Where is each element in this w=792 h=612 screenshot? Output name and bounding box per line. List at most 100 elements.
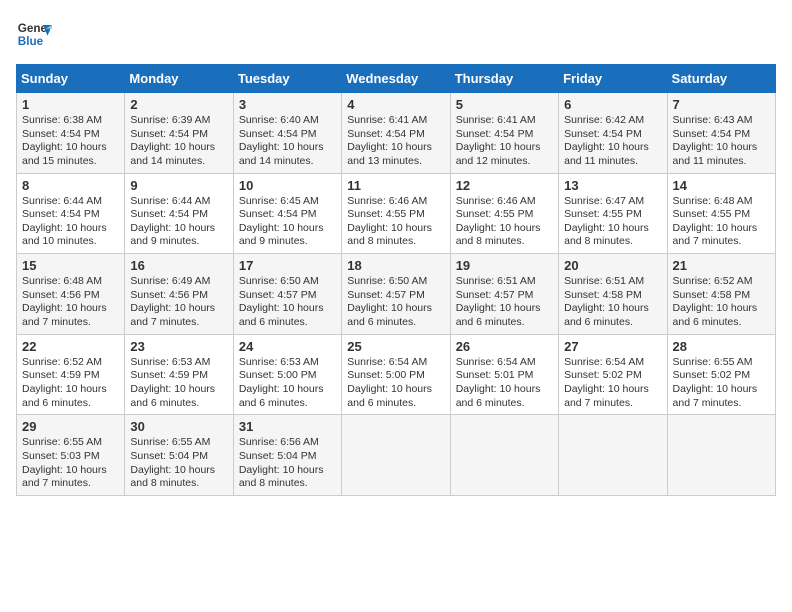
day-info: Sunrise: 6:47 AM [564, 195, 661, 209]
day-info: Sunrise: 6:50 AM [347, 275, 444, 289]
calendar-cell: 15Sunrise: 6:48 AMSunset: 4:56 PMDayligh… [17, 254, 125, 335]
day-info: Sunrise: 6:51 AM [564, 275, 661, 289]
day-info: Sunset: 4:55 PM [673, 208, 770, 222]
calendar-cell: 6Sunrise: 6:42 AMSunset: 4:54 PMDaylight… [559, 93, 667, 174]
day-info: Sunset: 4:59 PM [130, 369, 227, 383]
day-number: 5 [456, 97, 553, 112]
calendar-cell: 24 Sunrise: 6:53 AMSunset: 5:00 PMDayligh… [233, 334, 341, 415]
calendar-cell: 10Sunrise: 6:45 AMSunset: 4:54 PMDayligh… [233, 173, 341, 254]
header-cell-sunday: Sunday [17, 65, 125, 93]
day-info: Daylight: 10 hours and 6 minutes. [564, 302, 661, 329]
day-info: Sunset: 5:02 PM [673, 369, 770, 383]
day-info: Sunset: 4:55 PM [564, 208, 661, 222]
calendar-cell: 3Sunrise: 6:40 AMSunset: 4:54 PMDaylight… [233, 93, 341, 174]
day-info: Sunrise: 6:44 AM [130, 195, 227, 209]
week-row-4: 29Sunrise: 6:55 AMSunset: 5:03 PMDayligh… [17, 415, 776, 496]
day-number: 17 [239, 258, 336, 273]
day-number: 8 [22, 178, 119, 193]
day-number: 18 [347, 258, 444, 273]
svg-text:Blue: Blue [18, 35, 44, 48]
day-number: 13 [564, 178, 661, 193]
day-info: Daylight: 10 hours and 8 minutes. [564, 222, 661, 249]
day-info: Sunset: 4:59 PM [22, 369, 119, 383]
day-number: 19 [456, 258, 553, 273]
calendar-cell: 27Sunrise: 6:54 AMSunset: 5:02 PMDayligh… [559, 334, 667, 415]
day-number: 1 [22, 97, 119, 112]
day-info: Sunset: 4:54 PM [22, 128, 119, 142]
day-info: Sunset: 5:04 PM [239, 450, 336, 464]
day-info: Daylight: 10 hours and 6 minutes. [130, 383, 227, 410]
calendar-body: 1Sunrise: 6:38 AMSunset: 4:54 PMDaylight… [17, 93, 776, 496]
day-info: Daylight: 10 hours and 6 minutes. [347, 302, 444, 329]
day-info: Daylight: 10 hours and 8 minutes. [239, 464, 336, 491]
calendar-cell: 20Sunrise: 6:51 AMSunset: 4:58 PMDayligh… [559, 254, 667, 335]
day-info: Daylight: 10 hours and 8 minutes. [130, 464, 227, 491]
day-info: Sunset: 4:54 PM [564, 128, 661, 142]
day-info: Sunrise: 6:50 AM [239, 275, 336, 289]
day-info: Daylight: 10 hours and 11 minutes. [673, 141, 770, 168]
day-number: 11 [347, 178, 444, 193]
day-info: Sunrise: 6:54 AM [564, 356, 661, 370]
day-number: 7 [673, 97, 770, 112]
calendar-header: SundayMondayTuesdayWednesdayThursdayFrid… [17, 65, 776, 93]
day-info: Sunrise: 6:40 AM [239, 114, 336, 128]
header-cell-saturday: Saturday [667, 65, 775, 93]
day-info: Sunrise: 6:41 AM [347, 114, 444, 128]
day-number: 9 [130, 178, 227, 193]
day-info: Sunrise: 6:38 AM [22, 114, 119, 128]
day-info: Daylight: 10 hours and 10 minutes. [22, 222, 119, 249]
week-row-0: 1Sunrise: 6:38 AMSunset: 4:54 PMDaylight… [17, 93, 776, 174]
calendar-cell [342, 415, 450, 496]
day-info: Daylight: 10 hours and 14 minutes. [130, 141, 227, 168]
week-row-3: 22Sunrise: 6:52 AMSunset: 4:59 PMDayligh… [17, 334, 776, 415]
day-info: Sunset: 4:54 PM [239, 208, 336, 222]
header-cell-monday: Monday [125, 65, 233, 93]
header-cell-wednesday: Wednesday [342, 65, 450, 93]
day-info: Sunrise: 6:44 AM [22, 195, 119, 209]
logo-icon: General Blue [16, 16, 52, 52]
calendar-cell: 14Sunrise: 6:48 AMSunset: 4:55 PMDayligh… [667, 173, 775, 254]
day-info: Daylight: 10 hours and 6 minutes. [673, 302, 770, 329]
calendar-cell: 11Sunrise: 6:46 AMSunset: 4:55 PMDayligh… [342, 173, 450, 254]
day-info: Sunrise: 6:53 AM [239, 356, 336, 370]
header-cell-friday: Friday [559, 65, 667, 93]
day-info: Daylight: 10 hours and 6 minutes. [22, 383, 119, 410]
day-info: Daylight: 10 hours and 9 minutes. [130, 222, 227, 249]
day-info: Sunset: 5:00 PM [239, 369, 336, 383]
day-info: Daylight: 10 hours and 11 minutes. [564, 141, 661, 168]
day-number: 15 [22, 258, 119, 273]
day-info: Daylight: 10 hours and 6 minutes. [456, 383, 553, 410]
day-number: 30 [130, 419, 227, 434]
day-number: 28 [673, 339, 770, 354]
day-info: Sunset: 4:54 PM [130, 208, 227, 222]
day-info: Daylight: 10 hours and 6 minutes. [239, 383, 336, 410]
calendar-cell [450, 415, 558, 496]
day-info: Sunset: 4:54 PM [456, 128, 553, 142]
day-number: 26 [456, 339, 553, 354]
day-info: Sunrise: 6:55 AM [130, 436, 227, 450]
calendar-cell: 9 Sunrise: 6:44 AMSunset: 4:54 PMDaylight… [125, 173, 233, 254]
day-info: Daylight: 10 hours and 6 minutes. [456, 302, 553, 329]
day-number: 24 [239, 339, 336, 354]
day-number: 4 [347, 97, 444, 112]
day-number: 23 [130, 339, 227, 354]
day-info: Sunrise: 6:46 AM [456, 195, 553, 209]
day-info: Daylight: 10 hours and 7 minutes. [22, 302, 119, 329]
calendar-cell: 30Sunrise: 6:55 AMSunset: 5:04 PMDayligh… [125, 415, 233, 496]
day-info: Sunrise: 6:55 AM [22, 436, 119, 450]
day-info: Daylight: 10 hours and 7 minutes. [673, 222, 770, 249]
day-info: Daylight: 10 hours and 7 minutes. [130, 302, 227, 329]
day-info: Sunrise: 6:54 AM [456, 356, 553, 370]
day-number: 2 [130, 97, 227, 112]
day-info: Daylight: 10 hours and 7 minutes. [673, 383, 770, 410]
day-number: 16 [130, 258, 227, 273]
calendar-cell [667, 415, 775, 496]
day-info: Sunrise: 6:49 AM [130, 275, 227, 289]
day-number: 20 [564, 258, 661, 273]
day-info: Sunset: 4:57 PM [456, 289, 553, 303]
day-info: Sunrise: 6:48 AM [673, 195, 770, 209]
day-info: Sunrise: 6:53 AM [130, 356, 227, 370]
day-number: 21 [673, 258, 770, 273]
day-number: 31 [239, 419, 336, 434]
day-info: Sunset: 5:03 PM [22, 450, 119, 464]
